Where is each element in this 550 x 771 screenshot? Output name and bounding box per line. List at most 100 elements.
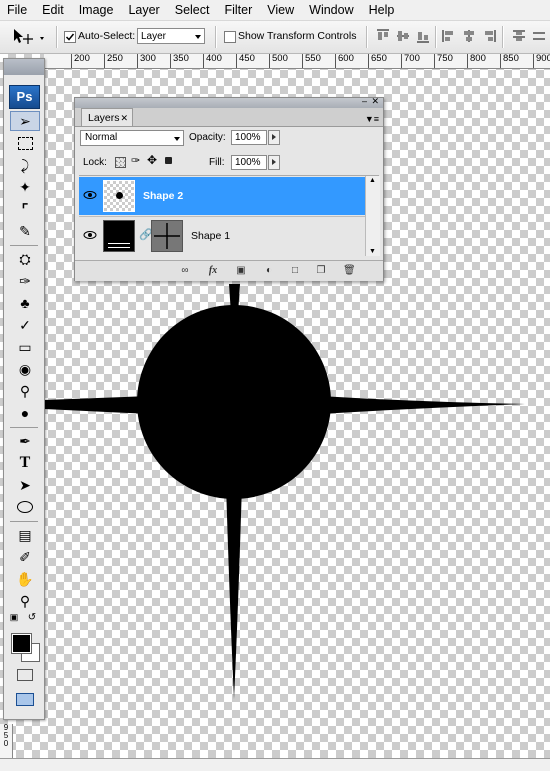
slice-tool[interactable]: ✎: [10, 221, 40, 241]
auto-select-checkbox[interactable]: [64, 31, 76, 43]
scroll-down-icon[interactable]: ▼: [369, 248, 376, 255]
lock-position-icon[interactable]: ✥: [147, 153, 157, 167]
eye-visibility-icon[interactable]: [83, 229, 97, 241]
menu-view[interactable]: View: [260, 3, 302, 17]
spike-bottom: [226, 484, 242, 699]
move-tool[interactable]: ➢: [10, 111, 40, 131]
align-horizontal-center-icon[interactable]: [462, 29, 476, 43]
layer-name[interactable]: Shape 2: [143, 190, 183, 202]
lasso-tool[interactable]: ⤸: [10, 155, 40, 175]
scroll-up-icon[interactable]: ▲: [369, 177, 376, 184]
swap-colors-button[interactable]: ↺: [26, 611, 38, 623]
paint-bucket-tool[interactable]: ◉: [10, 359, 40, 379]
lasso-icon: ⤸: [20, 156, 30, 173]
adjustment-layer-icon[interactable]: ◐: [263, 265, 275, 277]
menu-edit[interactable]: Edit: [35, 3, 72, 17]
path-selection-tool[interactable]: ➤: [10, 475, 40, 495]
menu-image[interactable]: Image: [72, 3, 122, 17]
new-layer-icon[interactable]: ❐: [315, 265, 327, 277]
tools-panel-grip[interactable]: [4, 59, 44, 75]
add-mask-icon[interactable]: ▣: [235, 265, 247, 277]
default-colors-button[interactable]: ▣: [8, 611, 20, 623]
options-separator: [502, 26, 504, 48]
layer-thumbnail[interactable]: [103, 180, 135, 212]
align-vertical-center-icon[interactable]: [396, 29, 410, 43]
menu-bar: File Edit Image Layer Select Filter View…: [0, 0, 550, 21]
brush-tool[interactable]: ✑: [10, 271, 40, 291]
blend-mode-dropdown[interactable]: Normal: [80, 130, 184, 146]
opacity-label: Opacity:: [189, 132, 226, 143]
layer-row-shape-1[interactable]: 🔗 Shape 1: [79, 216, 365, 254]
brush-icon: ✑: [19, 272, 31, 289]
ruler-tick: 850: [500, 54, 519, 68]
menu-window[interactable]: Window: [302, 3, 361, 17]
lock-transparent-icon[interactable]: [115, 157, 126, 168]
hand-tool[interactable]: ✋: [10, 569, 40, 589]
lock-image-icon[interactable]: ✑: [131, 154, 140, 167]
horizontal-ruler[interactable]: 200 250 300 350 400 450 500 550 600 650 …: [44, 54, 550, 69]
align-right-icon[interactable]: [482, 29, 496, 43]
crop-tool[interactable]: ⌜: [10, 199, 40, 219]
quick-mask-button[interactable]: [10, 665, 40, 685]
menu-file[interactable]: File: [0, 3, 35, 17]
distribute-vertical-center-icon[interactable]: [532, 29, 546, 43]
clone-stamp-tool[interactable]: ♣: [10, 293, 40, 313]
layer-row-shape-2[interactable]: Shape 2: [79, 177, 365, 215]
delete-layer-icon[interactable]: 🗑: [343, 265, 356, 277]
tools-divider: [10, 245, 38, 246]
lock-all-icon[interactable]: [165, 157, 172, 164]
opacity-field[interactable]: 100%: [231, 130, 267, 145]
tool-preset-picker[interactable]: [8, 26, 48, 48]
show-transform-checkbox[interactable]: [224, 31, 236, 43]
layers-scrollbar[interactable]: ▲ ▼: [365, 176, 380, 256]
tab-layers[interactable]: Layers ✕: [81, 108, 133, 126]
fill-field[interactable]: 100%: [231, 155, 267, 170]
align-left-icon[interactable]: [442, 29, 456, 43]
checkmark-icon: [65, 33, 75, 41]
auto-select-target-dropdown[interactable]: Layer: [137, 28, 205, 44]
menu-select[interactable]: Select: [168, 3, 218, 17]
eyedropper-tool[interactable]: ✐: [10, 547, 40, 567]
notes-icon: ▤: [18, 526, 32, 543]
shape-tool[interactable]: [10, 497, 40, 517]
zoom-tool[interactable]: ⚲: [10, 591, 40, 611]
opacity-slider-button[interactable]: [268, 130, 280, 145]
notes-tool[interactable]: ▤: [10, 525, 40, 545]
align-top-icon[interactable]: [376, 29, 390, 43]
pen-tool[interactable]: ✒: [10, 431, 40, 451]
layer-name[interactable]: Shape 1: [191, 230, 230, 242]
dodge-tool[interactable]: ⚲: [10, 381, 40, 401]
align-bottom-icon[interactable]: [416, 29, 430, 43]
photoshop-logo[interactable]: Ps: [9, 85, 40, 109]
fill-slider-button[interactable]: [268, 155, 280, 170]
screen-mode-button[interactable]: [10, 689, 40, 709]
distribute-top-icon[interactable]: [512, 29, 526, 43]
link-layers-icon[interactable]: ∞: [179, 265, 191, 277]
menu-layer[interactable]: Layer: [121, 3, 167, 17]
crop-icon: ⌜: [21, 200, 29, 217]
add-layer-style-icon[interactable]: fx: [207, 265, 219, 277]
new-group-icon[interactable]: □: [289, 265, 301, 277]
ruler-tick: 250: [104, 54, 123, 68]
blur-tool[interactable]: ●: [10, 403, 40, 423]
type-tool[interactable]: T: [10, 453, 40, 473]
menu-filter[interactable]: Filter: [217, 3, 260, 17]
foreground-color-swatch[interactable]: [11, 633, 32, 654]
healing-brush-tool[interactable]: ⛭: [10, 249, 40, 269]
status-bar: [0, 758, 550, 771]
tools-divider: [10, 521, 38, 522]
marquee-tool[interactable]: [10, 133, 40, 153]
vector-mask-thumbnail[interactable]: [151, 220, 183, 252]
close-icon[interactable]: ✕: [371, 96, 379, 107]
eye-visibility-icon[interactable]: [83, 189, 97, 201]
eraser-tool[interactable]: ▭: [10, 337, 40, 357]
collapse-icon[interactable]: –: [362, 96, 367, 106]
panel-menu-icon[interactable]: ▼≡: [365, 114, 379, 124]
tab-close-icon[interactable]: ✕: [120, 109, 128, 127]
menu-help[interactable]: Help: [362, 3, 403, 17]
panel-title-bar[interactable]: – ✕: [75, 96, 383, 108]
thumbnail-dot-icon: [116, 192, 123, 199]
layer-fill-thumbnail[interactable]: [103, 220, 135, 252]
magic-wand-tool[interactable]: ✦: [10, 177, 40, 197]
history-brush-tool[interactable]: ✓: [10, 315, 40, 335]
